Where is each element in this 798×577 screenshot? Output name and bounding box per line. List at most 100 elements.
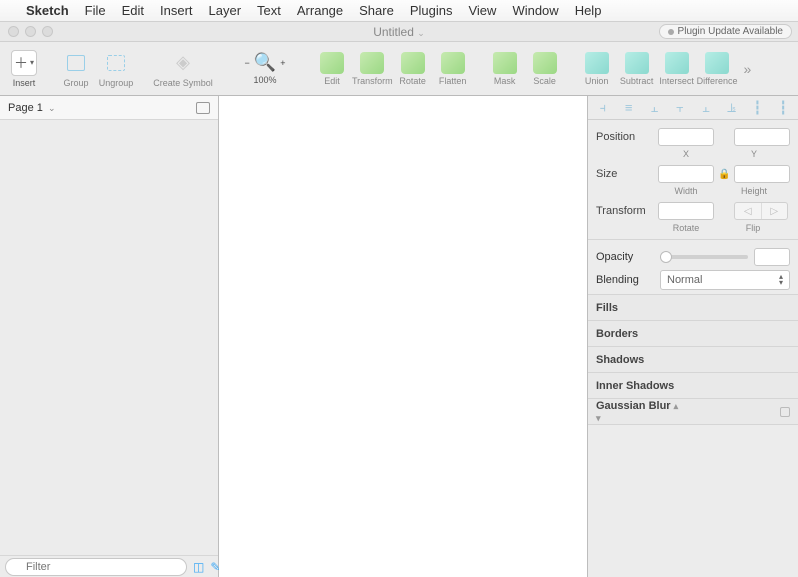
y-sublabel: Y	[726, 149, 782, 159]
align-center-h-icon[interactable]: ≡	[620, 100, 638, 115]
page-label: Page 1	[8, 102, 43, 114]
menu-text[interactable]: Text	[257, 3, 281, 18]
insert-button[interactable]: ＋▾ Insert	[4, 43, 44, 95]
create-symbol-label: Create Symbol	[153, 78, 213, 88]
app-menu[interactable]: Sketch	[26, 3, 69, 18]
select-stepper-icon: ▴▾	[779, 274, 783, 286]
artboard-list-icon[interactable]	[196, 102, 210, 114]
inner-shadows-label: Inner Shadows	[596, 380, 674, 392]
zoom-control[interactable]: − 🔍 + 100%	[230, 43, 300, 95]
slice-filter-icon[interactable]: ◫	[193, 560, 204, 574]
borders-label: Borders	[596, 328, 638, 340]
lock-aspect-icon[interactable]: 🔒	[718, 169, 730, 180]
zoom-in-button[interactable]: +	[280, 58, 285, 68]
menu-share[interactable]: Share	[359, 3, 394, 18]
flip-horizontal-button[interactable]: ◁	[735, 203, 762, 219]
opacity-input[interactable]	[754, 248, 790, 266]
gaussian-blur-panel-header[interactable]: Gaussian Blur ▴▾	[588, 399, 798, 425]
insert-label: Insert	[13, 78, 36, 88]
layers-panel: Page 1 ⌄ 🔍 ◫ ✎ 0	[0, 96, 219, 577]
difference-button[interactable]: Difference	[697, 43, 738, 95]
flip-controls: ◁ ▷	[734, 202, 788, 220]
menu-help[interactable]: Help	[575, 3, 602, 18]
align-right-icon[interactable]: ⫠	[645, 100, 663, 116]
union-label: Union	[585, 76, 609, 86]
toolbar: ＋▾ Insert Group Ungroup ◈ Create Symbol …	[0, 42, 798, 96]
x-sublabel: X	[658, 149, 714, 159]
menu-layer[interactable]: Layer	[209, 3, 242, 18]
slider-thumb[interactable]	[660, 251, 672, 263]
plus-icon: ＋▾	[11, 50, 37, 76]
edit-label: Edit	[324, 76, 340, 86]
ungroup-label: Ungroup	[99, 78, 134, 88]
position-x-input[interactable]	[658, 128, 714, 146]
canvas[interactable]	[219, 96, 588, 577]
distribute-v-icon[interactable]: ┇	[774, 100, 792, 116]
menu-file[interactable]: File	[85, 3, 106, 18]
align-center-v-icon[interactable]: ⫠	[697, 100, 715, 116]
rotate-button[interactable]: Rotate	[393, 43, 433, 95]
width-input[interactable]	[658, 165, 714, 183]
intersect-button[interactable]: Intersect	[657, 43, 697, 95]
blending-select[interactable]: Normal ▴▾	[660, 270, 790, 290]
rotate-input[interactable]	[658, 202, 714, 220]
plugin-update-badge[interactable]: Plugin Update Available	[659, 24, 792, 39]
create-symbol-button[interactable]: ◈ Create Symbol	[148, 43, 218, 95]
blur-label: Gaussian Blur	[596, 400, 671, 412]
flip-sublabel: Flip	[726, 223, 780, 233]
blending-value: Normal	[667, 274, 702, 286]
width-sublabel: Width	[658, 186, 714, 196]
fills-label: Fills	[596, 302, 618, 314]
distribute-h-icon[interactable]: ┇	[748, 100, 766, 116]
window-close-button[interactable]	[8, 26, 19, 37]
blending-label: Blending	[596, 274, 654, 286]
fills-panel-header[interactable]: Fills	[588, 295, 798, 321]
flip-vertical-button[interactable]: ▷	[762, 203, 788, 219]
window-zoom-button[interactable]	[42, 26, 53, 37]
shadows-label: Shadows	[596, 354, 644, 366]
magnifier-icon: 🔍	[254, 52, 276, 73]
scale-button[interactable]: Scale	[525, 43, 565, 95]
inner-shadows-panel-header[interactable]: Inner Shadows	[588, 373, 798, 399]
menu-edit[interactable]: Edit	[122, 3, 144, 18]
edit-button[interactable]: Edit	[312, 43, 352, 95]
menu-window[interactable]: Window	[512, 3, 558, 18]
symbol-icon: ◈	[170, 50, 196, 76]
align-top-icon[interactable]: ⫟	[671, 100, 689, 116]
mask-button[interactable]: Mask	[485, 43, 525, 95]
mask-icon	[493, 52, 517, 74]
layer-filter-row: 🔍 ◫ ✎ 0	[0, 555, 218, 577]
subtract-icon	[625, 52, 649, 74]
align-bottom-icon[interactable]: ⫡	[723, 100, 741, 116]
opacity-slider[interactable]	[660, 255, 748, 259]
toolbar-overflow[interactable]: »	[738, 61, 758, 77]
blur-enable-checkbox[interactable]	[780, 407, 790, 417]
size-label: Size	[596, 168, 654, 180]
menu-arrange[interactable]: Arrange	[297, 3, 343, 18]
borders-panel-header[interactable]: Borders	[588, 321, 798, 347]
position-y-input[interactable]	[734, 128, 790, 146]
transform-button[interactable]: Transform	[352, 43, 393, 95]
flatten-button[interactable]: Flatten	[433, 43, 473, 95]
menu-insert[interactable]: Insert	[160, 3, 193, 18]
align-left-icon[interactable]: ⫞	[594, 100, 612, 116]
flatten-icon	[441, 52, 465, 74]
menu-view[interactable]: View	[468, 3, 496, 18]
window-minimize-button[interactable]	[25, 26, 36, 37]
ungroup-icon	[103, 50, 129, 76]
ungroup-button[interactable]: Ungroup	[96, 43, 136, 95]
layer-filter-input[interactable]	[5, 558, 187, 576]
group-button[interactable]: Group	[56, 43, 96, 95]
rotate-icon	[401, 52, 425, 74]
height-input[interactable]	[734, 165, 790, 183]
document-title[interactable]: Untitled ⌄	[373, 25, 425, 39]
menu-plugins[interactable]: Plugins	[410, 3, 453, 18]
zoom-out-button[interactable]: −	[245, 58, 250, 68]
shadows-panel-header[interactable]: Shadows	[588, 347, 798, 373]
subtract-button[interactable]: Subtract	[617, 43, 657, 95]
document-title-text: Untitled	[373, 25, 414, 39]
transform-label: Transform	[352, 76, 393, 86]
union-button[interactable]: Union	[577, 43, 617, 95]
pages-dropdown[interactable]: Page 1 ⌄	[0, 96, 218, 120]
macos-menubar: Sketch File Edit Insert Layer Text Arran…	[0, 0, 798, 22]
